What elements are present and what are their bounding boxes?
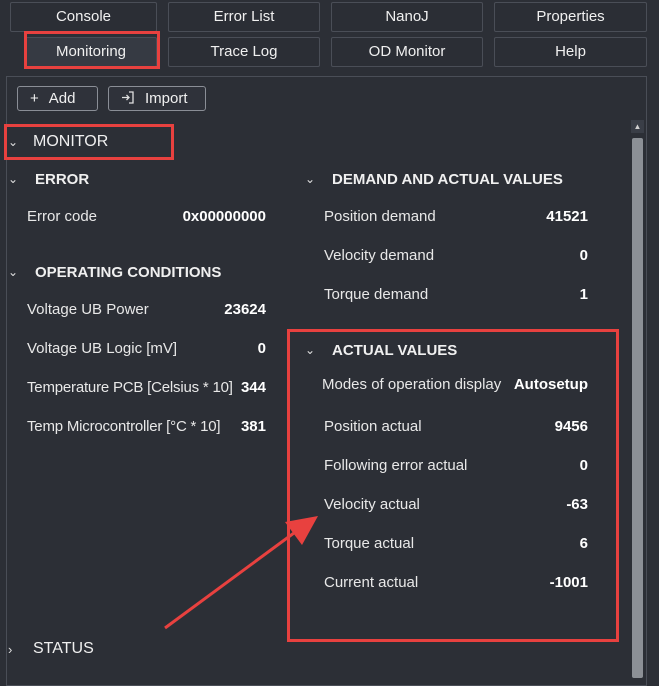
scroll-up-icon[interactable]: ▲ (631, 120, 644, 133)
tab-console[interactable]: Console (10, 2, 157, 32)
import-button-label: Import (145, 90, 188, 107)
following-error-actual-value: 0 (579, 457, 588, 474)
chevron-down-icon[interactable]: ⌄ (8, 265, 18, 279)
import-icon (121, 87, 135, 110)
position-actual-value: 9456 (554, 418, 588, 435)
velocity-demand-label: Velocity demand (324, 247, 435, 264)
chevron-right-icon[interactable]: › (8, 642, 12, 657)
velocity-actual-value: -63 (566, 496, 588, 513)
add-button-label: Add (48, 90, 76, 107)
demand-section-title[interactable]: DEMAND AND ACTUAL VALUES (332, 171, 563, 188)
actual-values-title[interactable]: ACTUAL VALUES (332, 342, 457, 359)
voltage-ub-logic-label: Voltage UB Logic [mV] (27, 340, 178, 357)
velocity-demand-value: 0 (579, 247, 588, 264)
voltage-ub-power-value: 23624 (224, 301, 266, 318)
error-code-label: Error code (27, 208, 98, 225)
tab-error-list[interactable]: Error List (168, 2, 320, 32)
torque-demand-label: Torque demand (324, 286, 429, 303)
chevron-down-icon[interactable]: ⌄ (8, 172, 18, 186)
temp-microcontroller-label: Temp Microcontroller [°C * 10] (27, 418, 221, 435)
temp-microcontroller-value: 381 (240, 418, 266, 435)
error-code-value: 0x00000000 (182, 208, 266, 225)
tab-od-monitor[interactable]: OD Monitor (331, 37, 483, 67)
voltage-ub-power-label: Voltage UB Power (27, 301, 149, 318)
chevron-down-icon[interactable]: ⌄ (305, 172, 315, 186)
modes-of-operation-value: Autosetup (513, 376, 588, 393)
chevron-down-icon[interactable]: ⌄ (305, 343, 315, 357)
following-error-actual-label: Following error actual (324, 457, 468, 474)
active-tab-indicator (36, 66, 127, 68)
operating-conditions-title[interactable]: OPERATING CONDITIONS (35, 264, 221, 281)
tab-nanoj[interactable]: NanoJ (331, 2, 483, 32)
error-section-title[interactable]: ERROR (35, 171, 89, 188)
current-actual-label: Current actual (324, 574, 419, 591)
velocity-actual-label: Velocity actual (324, 496, 420, 513)
modes-of-operation-label: Modes of operation display (322, 376, 502, 393)
position-actual-label: Position actual (324, 418, 422, 435)
plus-icon: + (30, 90, 39, 107)
torque-demand-value: 1 (579, 286, 588, 303)
chevron-down-icon[interactable]: ⌄ (8, 135, 18, 149)
scrollbar-thumb[interactable] (632, 138, 643, 678)
position-demand-label: Position demand (324, 208, 436, 225)
voltage-ub-logic-value: 0 (257, 340, 266, 357)
add-button[interactable]: + Add (17, 86, 98, 111)
status-section-title[interactable]: STATUS (33, 640, 94, 658)
torque-actual-label: Torque actual (324, 535, 415, 552)
temperature-pcb-label: Temperature PCB [Celsius * 10] (27, 379, 233, 396)
temperature-pcb-value: 344 (240, 379, 266, 396)
tab-help[interactable]: Help (494, 37, 647, 67)
position-demand-value: 41521 (546, 208, 588, 225)
tab-properties[interactable]: Properties (494, 2, 647, 32)
torque-actual-value: 6 (579, 535, 588, 552)
import-button[interactable]: Import (108, 86, 206, 111)
monitor-section-title[interactable]: MONITOR (33, 133, 108, 151)
current-actual-value: -1001 (549, 574, 588, 591)
tab-trace-log[interactable]: Trace Log (168, 37, 320, 67)
tab-monitoring[interactable]: Monitoring (25, 37, 157, 67)
